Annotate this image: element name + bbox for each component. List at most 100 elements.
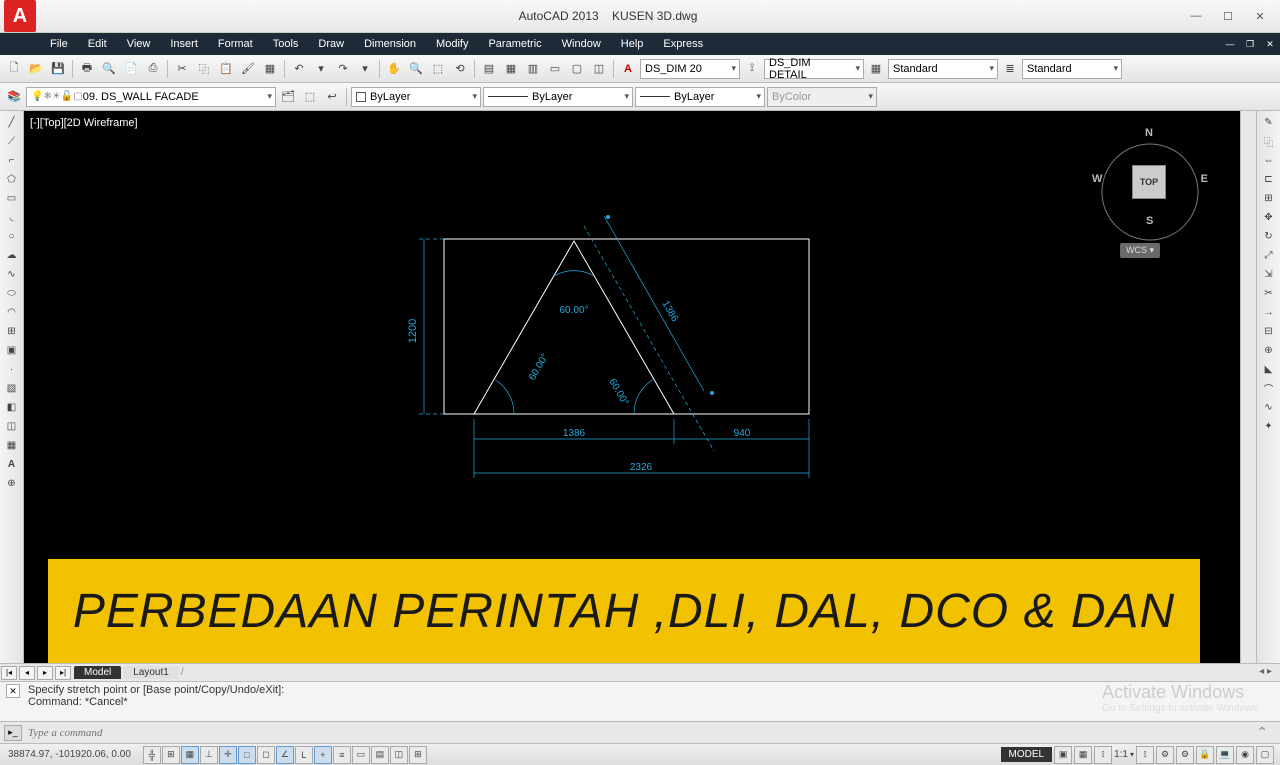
menu-tools[interactable]: Tools [263, 35, 309, 53]
cut-icon[interactable]: ✂ [172, 59, 192, 79]
menu-dimension[interactable]: Dimension [354, 35, 426, 53]
layer-state-icon[interactable]: 🗂 [278, 87, 298, 107]
polar-icon[interactable]: ✛ [219, 746, 237, 764]
tool-palette-icon[interactable]: ▥ [523, 59, 543, 79]
spline-icon[interactable]: ∿ [2, 265, 22, 283]
lwt-icon[interactable]: ≡ [333, 746, 351, 764]
scale-icon[interactable]: ⤢ [1259, 246, 1279, 264]
chamfer-icon[interactable]: ◣ [1259, 360, 1279, 378]
menu-view[interactable]: View [117, 35, 161, 53]
tab-last-icon[interactable]: ▸| [55, 666, 71, 680]
dim-style-icon[interactable]: ⟟ [742, 59, 762, 79]
layer-dropdown[interactable]: 💡❄☀🔓▢ 09. DS_WALL FACADE [26, 87, 276, 107]
tab-next-icon[interactable]: ▸ [37, 666, 53, 680]
ellipse-icon[interactable]: ⬭ [2, 284, 22, 302]
cmd-expand-icon[interactable]: ⌃ [1256, 724, 1276, 741]
color-dropdown[interactable]: ByLayer [351, 87, 481, 107]
horizontal-scrollbar[interactable]: ◂ ▸ [1259, 666, 1272, 680]
ref-icon[interactable]: ◫ [589, 59, 609, 79]
menu-format[interactable]: Format [208, 35, 263, 53]
table-icon[interactable]: ▦ [2, 436, 22, 454]
doc-minimize-button[interactable]: — [1221, 37, 1239, 51]
grid-icon[interactable]: ▦ [181, 746, 199, 764]
viewcube-face[interactable]: TOP [1132, 165, 1166, 199]
revcloud-icon[interactable]: ☁ [2, 246, 22, 264]
snap-icon[interactable]: ⊞ [162, 746, 180, 764]
publish-icon[interactable]: 📄 [121, 59, 141, 79]
gradient-icon[interactable]: ◧ [2, 398, 22, 416]
zoom-window-icon[interactable]: ⬚ [428, 59, 448, 79]
text-style-dropdown[interactable]: DS_DIM 20 [640, 59, 740, 79]
ml-style-dropdown[interactable]: Standard [1022, 59, 1122, 79]
zoom-prev-icon[interactable]: ⟲ [450, 59, 470, 79]
3dosnap-icon[interactable]: ◻ [257, 746, 275, 764]
ellipse-arc-icon[interactable]: ◠ [2, 303, 22, 321]
new-icon[interactable]: 🗋 [4, 59, 24, 79]
sc-icon[interactable]: ◫ [390, 746, 408, 764]
undo-dropdown-icon[interactable]: ▾ [311, 59, 331, 79]
open-icon[interactable]: 📂 [26, 59, 46, 79]
command-input[interactable] [28, 727, 228, 739]
rectangle-icon[interactable]: ▭ [2, 189, 22, 207]
coordinates[interactable]: 38874.97, -101920.06, 0.00 [0, 749, 139, 760]
annoautoscale-icon[interactable]: ⚙ [1156, 746, 1174, 764]
maximize-button[interactable]: ☐ [1212, 4, 1244, 28]
menu-modify[interactable]: Modify [426, 35, 478, 53]
hardware-icon[interactable]: 💻 [1216, 746, 1234, 764]
otrack-icon[interactable]: ∠ [276, 746, 294, 764]
qview-icon[interactable]: ▣ [1054, 746, 1072, 764]
minimize-button[interactable]: — [1180, 4, 1212, 28]
scale-label[interactable]: 1:1 [1114, 749, 1128, 760]
modelspace-button[interactable]: MODEL [1001, 747, 1053, 762]
menu-insert[interactable]: Insert [160, 35, 208, 53]
addselect-icon[interactable]: ⊕ [2, 474, 22, 492]
menu-parametric[interactable]: Parametric [478, 35, 551, 53]
match-icon[interactable]: 🖌 [238, 59, 258, 79]
join-icon[interactable]: ⊕ [1259, 341, 1279, 359]
explode-icon[interactable]: ✦ [1259, 417, 1279, 435]
vertical-scrollbar[interactable] [1240, 111, 1256, 663]
tab-prev-icon[interactable]: ◂ [19, 666, 35, 680]
region-icon[interactable]: ◫ [2, 417, 22, 435]
infer-icon[interactable]: ╬ [143, 746, 161, 764]
zoom-icon[interactable]: 🔍 [406, 59, 426, 79]
annovisibility-icon[interactable]: ⟟ [1136, 746, 1154, 764]
make-block-icon[interactable]: ▣ [2, 341, 22, 359]
block-icon[interactable]: ▦ [260, 59, 280, 79]
qview-layout-icon[interactable]: ▦ [1074, 746, 1092, 764]
layer-prev-icon[interactable]: ↩ [322, 87, 342, 107]
ducs-icon[interactable]: L [295, 746, 313, 764]
erase-icon[interactable]: ✎ [1259, 113, 1279, 131]
polyline-icon[interactable]: ⌐ [2, 151, 22, 169]
dim-style-dropdown[interactable]: DS_DIM DETAIL [764, 59, 864, 79]
osnap-icon[interactable]: □ [238, 746, 256, 764]
menu-express[interactable]: Express [653, 35, 713, 53]
menu-draw[interactable]: Draw [308, 35, 354, 53]
offset-icon[interactable]: ⊏ [1259, 170, 1279, 188]
tab-model[interactable]: Model [74, 666, 121, 679]
xline-icon[interactable]: ⟋ [2, 132, 22, 150]
doc-restore-button[interactable]: ❐ [1241, 37, 1259, 51]
move-icon[interactable]: ✥ [1259, 208, 1279, 226]
break-icon[interactable]: ⊟ [1259, 322, 1279, 340]
rotate-icon[interactable]: ↻ [1259, 227, 1279, 245]
mirror-icon[interactable]: ⇔ [1259, 151, 1279, 169]
viewcube[interactable]: N S W E TOP WCS ▾ [1090, 125, 1210, 265]
copy-icon[interactable]: ⿻ [194, 59, 214, 79]
pan-icon[interactable]: ✋ [384, 59, 404, 79]
redo-dropdown-icon[interactable]: ▾ [355, 59, 375, 79]
menu-help[interactable]: Help [611, 35, 654, 53]
markup-icon[interactable]: ▢ [567, 59, 587, 79]
preview-icon[interactable]: 🔍 [99, 59, 119, 79]
linetype-dropdown[interactable]: ByLayer [483, 87, 633, 107]
layer-iso-icon[interactable]: ⬚ [300, 87, 320, 107]
paste-icon[interactable]: 📋 [216, 59, 236, 79]
tab-layout1[interactable]: Layout1 [123, 666, 179, 679]
fillet-icon[interactable]: ⌒ [1259, 379, 1279, 397]
cmd-prompt-icon[interactable]: ▸_ [4, 725, 22, 741]
cmd-close-icon[interactable]: ✕ [6, 684, 20, 698]
annoscale-icon[interactable]: ⟟ [1094, 746, 1112, 764]
stretch-icon[interactable]: ⇲ [1259, 265, 1279, 283]
app-logo[interactable]: A [4, 0, 36, 32]
plot-icon[interactable]: ⎙ [143, 59, 163, 79]
